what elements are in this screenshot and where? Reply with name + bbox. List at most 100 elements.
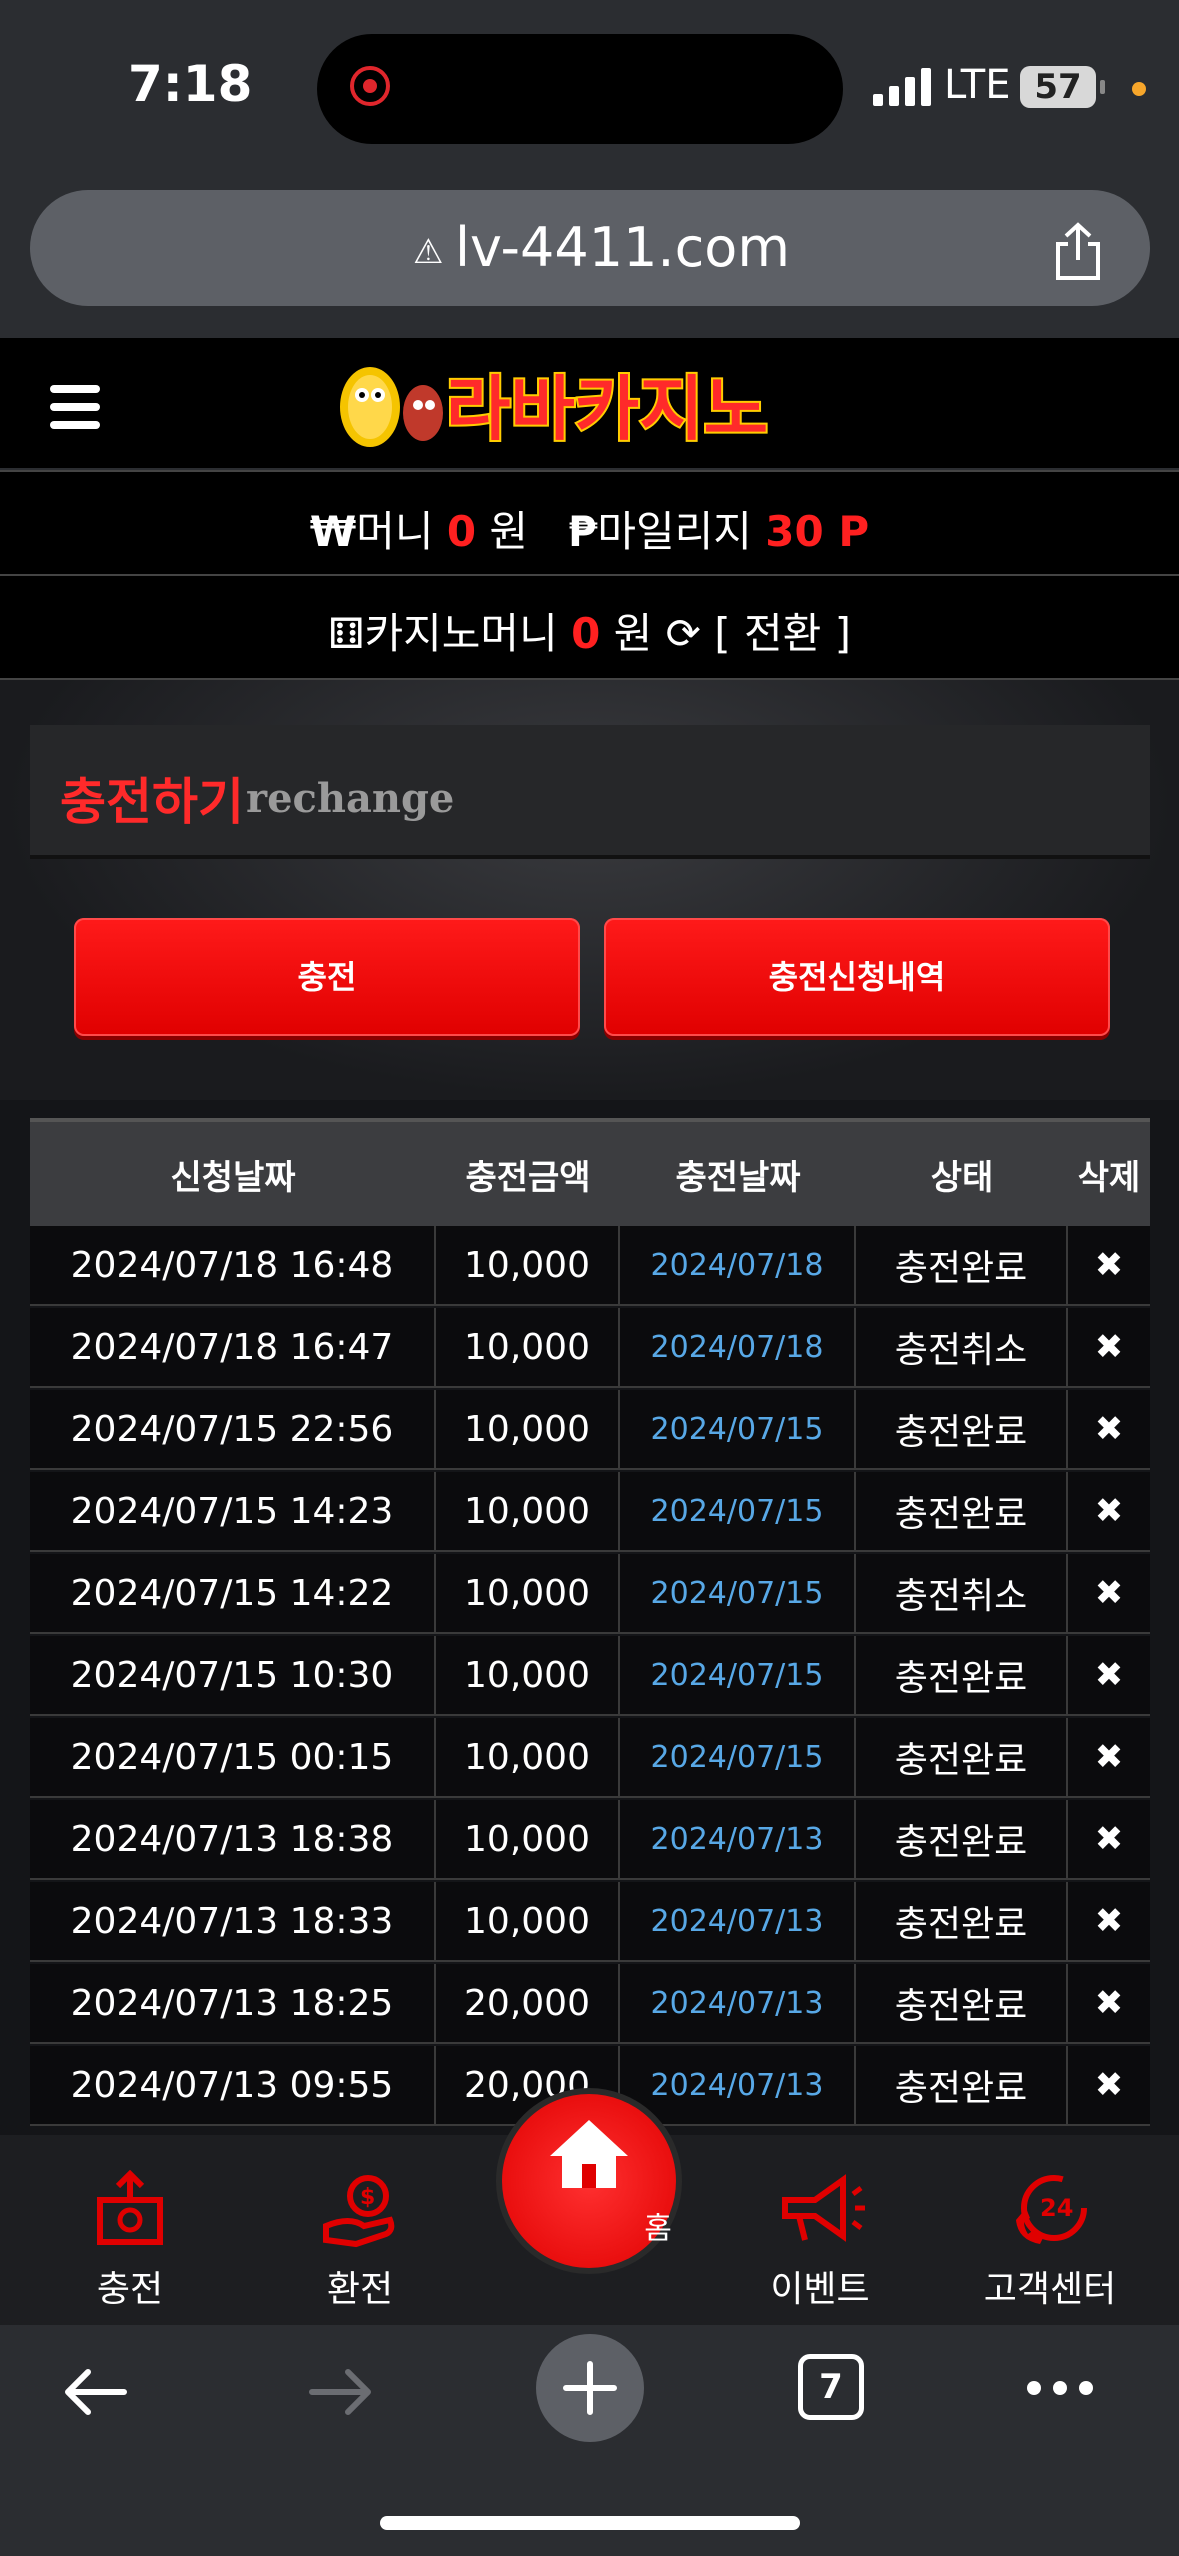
table-row: 2024/07/15 14:23 10,000 2024/07/15 충전완료 ✖: [30, 1472, 1150, 1552]
refresh-icon[interactable]: ⟳: [666, 609, 701, 658]
row-status: 충전취소: [856, 1308, 1068, 1386]
row-delete-button[interactable]: ✖: [1068, 2046, 1150, 2124]
signal-icon: [873, 68, 931, 106]
new-tab-icon[interactable]: [536, 2334, 644, 2442]
nav-event-label: 이벤트: [770, 2269, 870, 2310]
row-amount: 10,000: [436, 1554, 620, 1632]
row-status: 충전완료: [856, 1800, 1068, 1878]
row-request-date: 2024/07/15 00:15: [30, 1718, 436, 1796]
table-row: 2024/07/15 22:56 10,000 2024/07/15 충전완료 ✖: [30, 1390, 1150, 1470]
row-charge-date: 2024/07/13: [620, 2046, 856, 2124]
url-text[interactable]: lv-4411.com: [455, 216, 790, 279]
charge-history-button[interactable]: 충전신청내역: [604, 918, 1110, 1036]
row-request-date: 2024/07/18 16:48: [30, 1226, 436, 1304]
dice-icon: ⚅: [328, 609, 365, 658]
table-row: 2024/07/13 18:33 10,000 2024/07/13 충전완료 ✖: [30, 1882, 1150, 1962]
row-charge-date: 2024/07/13: [620, 1882, 856, 1960]
row-delete-button[interactable]: ✖: [1068, 1882, 1150, 1960]
row-request-date: 2024/07/18 16:47: [30, 1308, 436, 1386]
table-header: 신청날짜 충전금액 충전날짜 상태 삭제: [30, 1118, 1150, 1226]
logo-text: 라바카지노: [446, 368, 768, 450]
row-status: 충전완료: [856, 1882, 1068, 1960]
section-subtitle: rechange: [246, 775, 455, 822]
row-request-date: 2024/07/13 09:55: [30, 2046, 436, 2124]
row-status: 충전완료: [856, 1636, 1068, 1714]
table-body: 2024/07/18 16:48 10,000 2024/07/18 충전완료 ✖ 202…: [30, 1226, 1150, 2126]
charge-box-icon: [97, 2170, 163, 2245]
nav-home-button[interactable]: 홈: [496, 2088, 682, 2274]
forward-arrow-icon[interactable]: [306, 2362, 376, 2422]
home-indicator: [380, 2516, 800, 2530]
charge-button[interactable]: 충전: [74, 918, 580, 1036]
row-delete-button[interactable]: ✖: [1068, 1308, 1150, 1386]
row-request-date: 2024/07/13 18:25: [30, 1964, 436, 2042]
table-row: 2024/07/15 00:15 10,000 2024/07/15 충전완료 ✖: [30, 1718, 1150, 1798]
row-delete-button[interactable]: ✖: [1068, 1226, 1150, 1304]
nav-charge-label: 충전: [96, 2269, 164, 2310]
row-amount: 10,000: [436, 1472, 620, 1550]
row-delete-button[interactable]: ✖: [1068, 1636, 1150, 1714]
row-amount: 10,000: [436, 1308, 620, 1386]
table-row: 2024/07/18 16:47 10,000 2024/07/18 충전취소 ✖: [30, 1308, 1150, 1388]
row-amount: 10,000: [436, 1390, 620, 1468]
row-request-date: 2024/07/15 10:30: [30, 1636, 436, 1714]
row-delete-button[interactable]: ✖: [1068, 1718, 1150, 1796]
convert-button[interactable]: [ 전환 ]: [714, 609, 851, 658]
nav-exchange[interactable]: $ 환전: [270, 2170, 450, 2312]
row-status: 충전취소: [856, 1554, 1068, 1632]
nav-charge[interactable]: 충전: [40, 2170, 220, 2312]
won-icon: ₩: [309, 507, 357, 556]
row-status: 충전완료: [856, 1472, 1068, 1550]
casino-money-bar: ⚅카지노머니 0 원 ⟳ [ 전환 ]: [0, 576, 1179, 680]
recording-icon: [350, 66, 390, 106]
row-status: 충전완료: [856, 1226, 1068, 1304]
back-arrow-icon[interactable]: [60, 2362, 130, 2422]
row-status: 충전완료: [856, 1964, 1068, 2042]
nav-event[interactable]: 이벤트: [730, 2170, 910, 2312]
row-charge-date: 2024/07/15: [620, 1718, 856, 1796]
row-amount: 10,000: [436, 1718, 620, 1796]
row-request-date: 2024/07/15 14:22: [30, 1554, 436, 1632]
exchange-coins-icon: $: [323, 2175, 395, 2248]
row-request-date: 2024/07/15 22:56: [30, 1390, 436, 1468]
row-delete-button[interactable]: ✖: [1068, 1390, 1150, 1468]
casino-label: 카지노머니: [364, 609, 558, 658]
more-icon[interactable]: [1024, 2378, 1096, 2398]
row-charge-date: 2024/07/18: [620, 1226, 856, 1304]
row-delete-button[interactable]: ✖: [1068, 1964, 1150, 2042]
row-amount: 10,000: [436, 1882, 620, 1960]
battery-icon: 57: [1020, 66, 1096, 108]
money-unit: 원: [489, 507, 529, 556]
row-charge-date: 2024/07/18: [620, 1308, 856, 1386]
row-request-date: 2024/07/15 14:23: [30, 1472, 436, 1550]
nav-exchange-label: 환전: [326, 2269, 394, 2310]
megaphone-icon: [782, 2174, 865, 2242]
privacy-indicator: [1132, 82, 1146, 96]
row-charge-date: 2024/07/15: [620, 1554, 856, 1632]
support-24-icon: 24: [1016, 2175, 1087, 2244]
row-delete-button[interactable]: ✖: [1068, 1800, 1150, 1878]
row-status: 충전완료: [856, 2046, 1068, 2124]
money-value: 0: [446, 507, 477, 556]
row-delete-button[interactable]: ✖: [1068, 1554, 1150, 1632]
tabs-button[interactable]: 7: [798, 2354, 864, 2420]
row-amount: 10,000: [436, 1226, 620, 1304]
share-icon[interactable]: [1050, 222, 1106, 282]
row-delete-button[interactable]: ✖: [1068, 1472, 1150, 1550]
warning-icon: ⚠: [413, 232, 444, 272]
menu-icon[interactable]: [50, 385, 100, 429]
row-amount: 10,000: [436, 1636, 620, 1714]
money-line: ₩머니 0 원 ₱마일리지 30 P: [0, 498, 1179, 559]
row-charge-date: 2024/07/13: [620, 1800, 856, 1878]
mileage-icon: ₱: [568, 507, 598, 556]
nav-support[interactable]: 24 고객센터: [960, 2170, 1140, 2312]
casino-unit: 원: [613, 609, 653, 658]
row-amount: 10,000: [436, 1800, 620, 1878]
table-row: 2024/07/18 16:48 10,000 2024/07/18 충전완료 ✖: [30, 1226, 1150, 1306]
row-charge-date: 2024/07/13: [620, 1964, 856, 2042]
row-request-date: 2024/07/13 18:33: [30, 1882, 436, 1960]
casino-value: 0: [571, 609, 601, 658]
svg-text:$: $: [360, 2185, 375, 2210]
site-logo[interactable]: 라바카지노: [328, 355, 858, 455]
header-delete: 삭제: [1077, 1157, 1141, 1198]
